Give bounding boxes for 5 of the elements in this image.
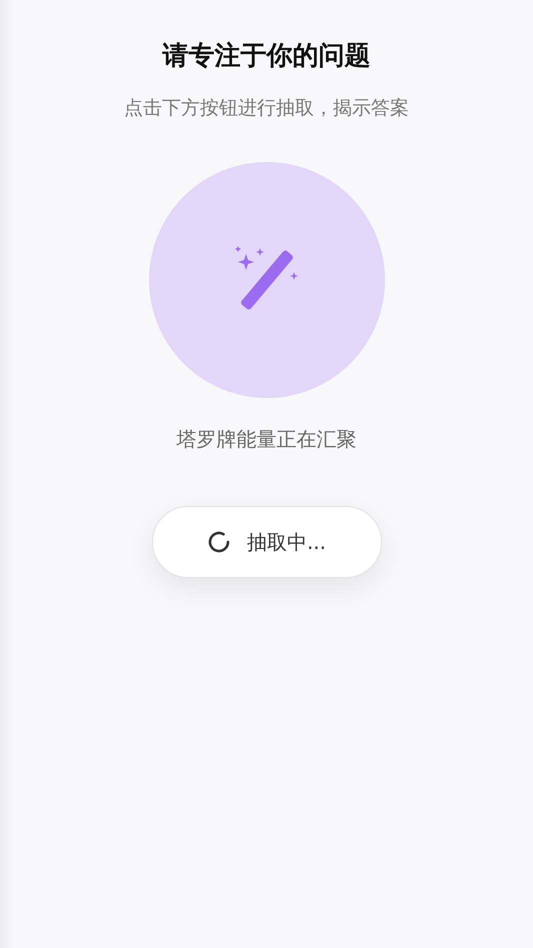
- instruction-text: 点击下方按钮进行抽取，揭示答案: [124, 96, 409, 121]
- loading-spinner-icon: [206, 530, 231, 554]
- page-title: 请专注于你的问题: [162, 40, 370, 73]
- status-text: 塔罗牌能量正在汇聚: [176, 426, 356, 453]
- draw-button[interactable]: 抽取中...: [152, 506, 382, 578]
